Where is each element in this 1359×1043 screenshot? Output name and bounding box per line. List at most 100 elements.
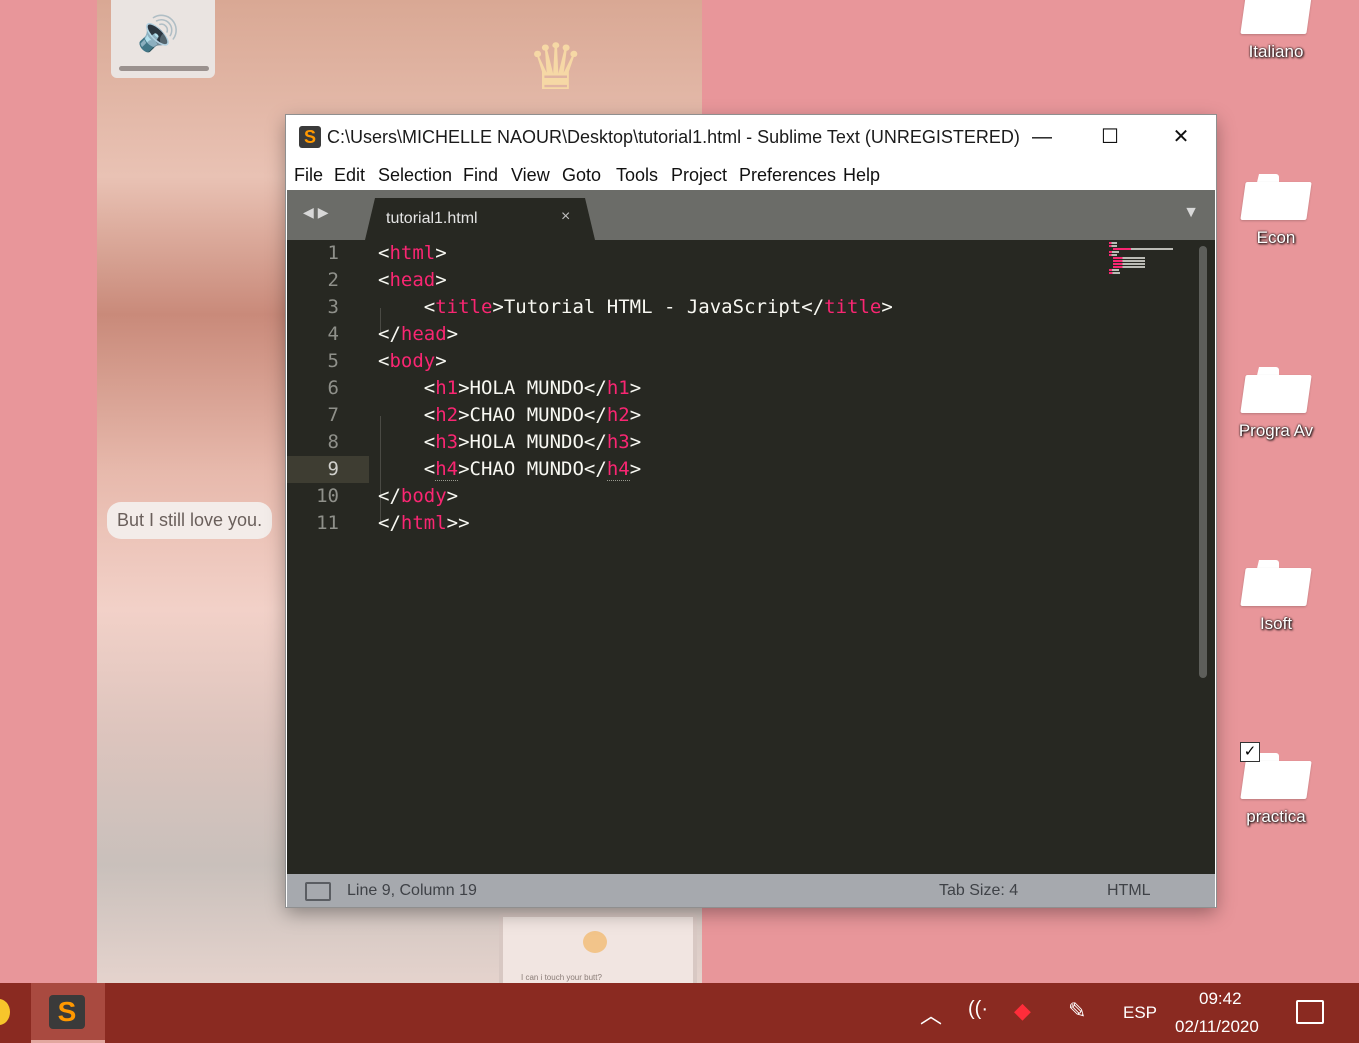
menu-preferences[interactable]: Preferences [739,165,836,186]
code-text: < [378,377,436,399]
code-text: >> [446,512,470,534]
minimap-line [1113,266,1146,268]
menu-edit[interactable]: Edit [334,165,365,186]
desktop-folder-isoft[interactable]: Isoft [1226,560,1326,634]
taskbar-sublime[interactable]: S [31,983,105,1043]
minimap-line [1113,263,1146,265]
dropbox-icon[interactable]: ◆ [1014,998,1031,1024]
tag-name: h2 [606,404,630,426]
desktop-folder-label: practica [1246,807,1306,826]
peach-icon [583,931,607,953]
tab-size[interactable]: Tab Size: 4 [939,882,1018,900]
desktop-folder-econ[interactable]: Econ [1226,174,1326,248]
tag-name: h3 [606,431,630,453]
code-line[interactable]: </html>> [378,510,470,537]
sublime-app-icon: S [299,126,321,148]
clock-time[interactable]: 09:42 [1199,989,1242,1009]
vertical-scrollbar[interactable] [1199,246,1207,678]
status-bar: Line 9, Column 19 Tab Size: 4 HTML [287,874,1215,907]
desktop-folder-practica[interactable]: practica [1226,753,1326,827]
menu-find[interactable]: Find [463,165,498,186]
tag-name: body [389,350,436,372]
maximize-button[interactable]: ☐ [1080,115,1140,159]
crown-icon: ♛ [527,31,585,103]
tab-tutorial1[interactable]: tutorial1.html × [365,198,595,240]
code-line[interactable]: <h4>CHAO MUNDO</h4> [378,456,641,483]
title-bar[interactable]: S C:\Users\MICHELLE NAOUR\Desktop\tutori… [286,115,1216,159]
clock-date[interactable]: 02/11/2020 [1175,1017,1259,1037]
code-text: </ [378,485,401,507]
code-text: > [435,350,447,372]
code-line[interactable]: <body> [378,348,447,375]
code-line[interactable]: </head> [378,321,458,348]
sublime-taskbar-icon: S [49,995,85,1029]
code-text: > [629,431,642,453]
tab-close-icon[interactable]: × [561,208,570,226]
wallpaper-caption: But I still love you. [107,502,273,539]
tag-name: title [824,296,882,318]
pen-icon[interactable]: ✎ [1068,998,1086,1024]
window-title: C:\Users\MICHELLE NAOUR\Desktop\tutorial… [327,127,1020,147]
code-text: >CHAO MUNDO</ [458,458,607,480]
minimap-line [1109,242,1118,244]
code-line[interactable]: </body> [378,483,458,510]
close-button[interactable]: ✕ [1151,115,1211,159]
desktop-folder-label: Econ [1256,228,1296,247]
code-line[interactable]: <html> [378,240,447,267]
show-hidden-icons-icon[interactable]: ︿ [920,998,942,1030]
code-text: > [629,377,642,399]
desktop-folder-italiano[interactable]: Italiano [1226,0,1326,62]
tag-name: body [400,485,447,507]
wifi-icon[interactable]: ((· [968,998,988,1021]
tab-bar: ◀▶ tutorial1.html × ▼ [287,190,1215,240]
line-number: 6 [327,377,339,399]
menu-goto[interactable]: Goto [562,165,601,186]
line-number-gutter: 1 2 3 4 5 6 7 8 9 10 11 [287,240,369,874]
line-number: 7 [327,404,339,426]
menu-project[interactable]: Project [671,165,727,186]
desktop-folder-progra-av[interactable]: Progra Av [1226,367,1326,441]
line-number: 3 [327,296,339,318]
code-line[interactable]: <h1>HOLA MUNDO</h1> [378,375,641,402]
notification-icon[interactable] [1296,1000,1324,1024]
desktop-folder-label: Isoft [1259,614,1293,633]
menu-view[interactable]: View [511,165,550,186]
minimap[interactable] [1109,242,1173,282]
code-text: </ [378,512,401,534]
code-text: < [378,431,436,453]
code-line[interactable]: <title>Tutorial HTML - JavaScript</title… [378,294,893,321]
code-text: > [446,323,459,345]
line-number: 10 [316,485,339,507]
menu-tools[interactable]: Tools [616,165,658,186]
menu-file[interactable]: File [294,165,323,186]
line-number: 1 [327,242,339,264]
code-text: > [446,485,459,507]
line-number: 5 [327,350,339,372]
code-text: </ [378,323,401,345]
tag-name: h3 [435,431,459,453]
menu-help[interactable]: Help [843,165,880,186]
panel-toggle-icon[interactable] [305,882,331,901]
chrome-icon[interactable] [0,999,10,1025]
input-language[interactable]: ESP [1123,1003,1157,1023]
tab-nav-arrows-icon[interactable]: ◀▶ [303,204,333,221]
selection-checkbox[interactable]: ✓ [1240,742,1260,762]
tag-name: head [389,269,436,291]
code-editor[interactable]: 1 2 3 4 5 6 7 8 9 10 11 <html> <head> <title>Tutori… [287,240,1215,874]
sublime-window: S C:\Users\MICHELLE NAOUR\Desktop\tutori… [286,115,1216,907]
folder-icon [1240,0,1312,34]
syntax-mode[interactable]: HTML [1107,882,1151,900]
wallpaper-card: I can i touch your butt? [499,913,697,983]
line-number: 9 [327,458,339,480]
code-text: < [378,242,390,264]
code-line[interactable]: <h3>HOLA MUNDO</h3> [378,429,641,456]
tab-dropdown-icon[interactable]: ▼ [1183,204,1199,222]
code-text: < [378,296,436,318]
menu-selection[interactable]: Selection [378,165,452,186]
minimize-button[interactable]: — [1012,115,1072,159]
minimap-line [1113,248,1173,250]
code-line[interactable]: <h2>CHAO MUNDO</h2> [378,402,641,429]
cursor-position: Line 9, Column 19 [347,882,477,899]
code-text: >Tutorial HTML - JavaScript</ [492,296,825,318]
code-line[interactable]: <head> [378,267,447,294]
